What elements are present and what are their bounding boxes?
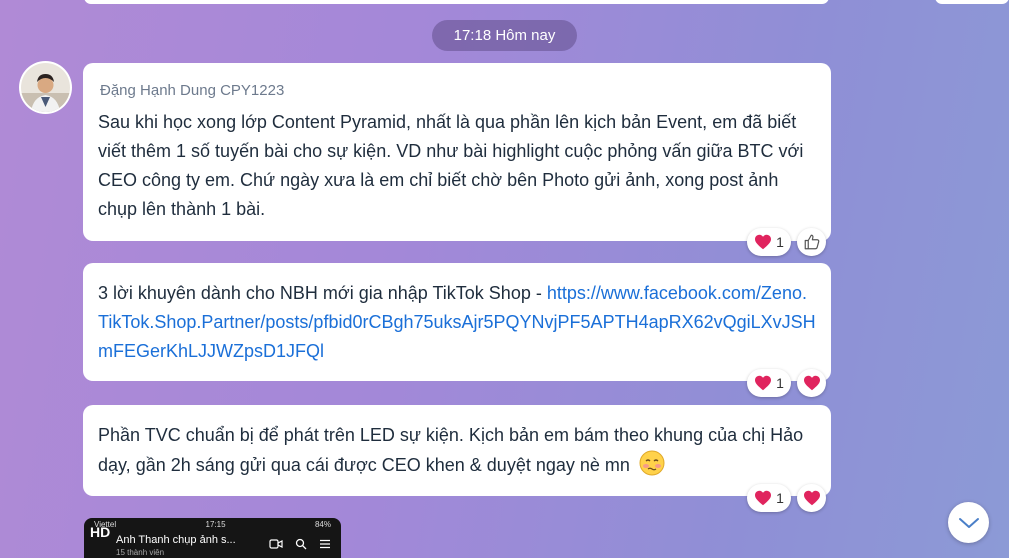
menu-icon [320, 539, 330, 549]
thumbs-up-icon [804, 234, 819, 250]
reaction-summary[interactable]: 1 [747, 484, 791, 512]
message-text: 3 lời khuyên dành cho NBH mới gia nhập T… [98, 283, 547, 303]
avatar[interactable] [21, 63, 70, 112]
heart-icon [755, 490, 772, 506]
scroll-to-bottom-button[interactable] [948, 502, 989, 543]
blushing-face-icon [639, 450, 665, 476]
reaction-count: 1 [776, 375, 784, 391]
react-button[interactable] [797, 484, 826, 512]
video-call-icon [269, 539, 283, 549]
previous-message-edge-right [935, 0, 1009, 4]
heart-icon [803, 375, 820, 391]
thumbnail-title: Anh Thanh chụp ảnh s... [116, 534, 236, 546]
thumbnail-toolbar [269, 538, 331, 550]
chevron-down-icon [958, 517, 979, 528]
chat-background: 17:18 Hôm nay Đặng Hạnh Dung CPY1223 Sau… [0, 0, 1009, 558]
reaction-summary[interactable]: 1 [747, 369, 791, 397]
thumbnail-subtitle: 15 thành viên [116, 548, 165, 557]
message-bubble[interactable]: Đặng Hạnh Dung CPY1223 Sau khi học xong … [83, 63, 831, 241]
battery-label: 84% [314, 520, 331, 529]
message-text: Sau khi học xong lớp Content Pyramid, nh… [98, 112, 804, 219]
react-button[interactable] [797, 369, 826, 397]
avatar-image [21, 63, 70, 112]
phone-clock: 17:15 [205, 520, 226, 529]
reaction-summary[interactable]: 1 [747, 228, 791, 256]
message-bubble[interactable]: 3 lời khuyên dành cho NBH mới gia nhập T… [83, 263, 831, 381]
image-attachment[interactable]: Viettel 17:15 84% HD Anh Thanh chụp ảnh … [84, 518, 341, 558]
message-bubble[interactable]: Phần TVC chuẩn bị để phát trên LED sự ki… [83, 405, 831, 496]
search-icon [295, 538, 307, 550]
sender-name[interactable]: Đặng Hạnh Dung CPY1223 [100, 81, 817, 101]
heart-icon [755, 234, 772, 250]
react-button[interactable] [797, 228, 826, 256]
heart-icon [803, 490, 820, 506]
hd-badge: HD [90, 524, 111, 540]
reaction-count: 1 [776, 490, 784, 506]
reaction-count: 1 [776, 234, 784, 250]
heart-icon [755, 375, 772, 391]
phone-status-bar: Viettel 17:15 84% [94, 520, 331, 529]
message-text: Phần TVC chuẩn bị để phát trên LED sự ki… [98, 425, 804, 475]
timestamp-divider: 17:18 Hôm nay [432, 20, 577, 51]
previous-message-edge [84, 0, 829, 4]
